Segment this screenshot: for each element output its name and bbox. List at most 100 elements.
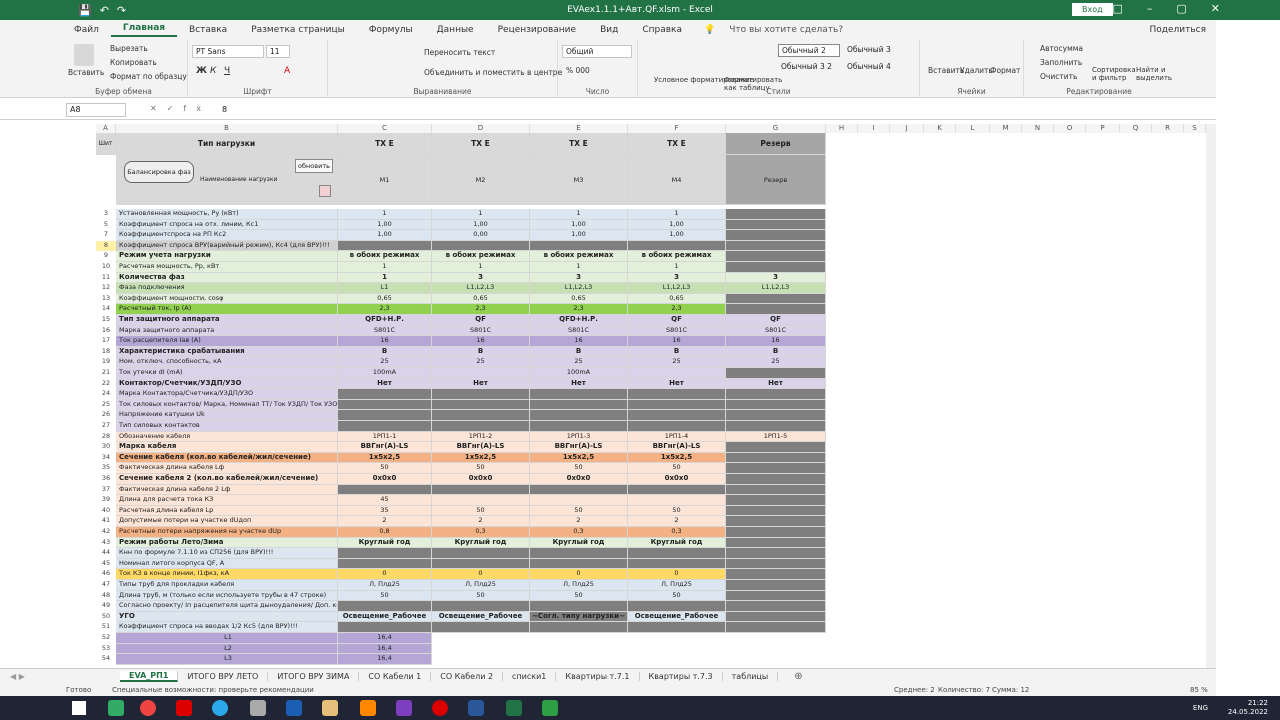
row-label[interactable]: Установленная мощность, Ру (кВт) [116, 209, 338, 220]
row-number[interactable]: 45 [96, 559, 116, 570]
row-number[interactable]: 7 [96, 230, 116, 241]
data-cell[interactable] [628, 389, 726, 400]
close-icon[interactable]: ✕ [1211, 2, 1220, 15]
data-cell[interactable] [432, 389, 530, 400]
data-cell[interactable]: Нет [726, 378, 826, 390]
row-label[interactable]: Коэффициент спроса на вводах 1/2 Кс5 (дл… [116, 622, 338, 633]
data-cell[interactable]: QFD+Н.Р. [530, 315, 628, 326]
add-sheet-icon[interactable]: ⊕ [778, 671, 802, 682]
row-number[interactable]: 27 [96, 421, 116, 432]
data-cell[interactable]: 1 [432, 209, 530, 220]
data-cell[interactable]: 45 [338, 495, 432, 506]
row-label[interactable]: Марка кабеля [116, 442, 338, 453]
row-label[interactable]: Характеристика срабатывания [116, 346, 338, 358]
row-number[interactable]: 3 [96, 209, 116, 220]
data-cell[interactable] [628, 495, 726, 506]
data-cell[interactable]: 50 [628, 463, 726, 474]
row-label[interactable]: Допустимые потери на участке dUдоп [116, 516, 338, 527]
data-cell[interactable]: QF [628, 315, 726, 326]
data-cell[interactable]: 50 [628, 590, 726, 602]
excel-icon[interactable] [506, 700, 522, 716]
data-cell[interactable]: ВВГнг(А)-LS [432, 442, 530, 453]
row-label[interactable]: Режим работы Лето/Зима [116, 537, 338, 549]
data-cell[interactable]: 1 [628, 262, 726, 273]
telegram-icon[interactable] [212, 700, 228, 716]
row-label[interactable]: Ток расцепителя Iав (А) [116, 336, 338, 347]
data-cell[interactable]: Круглый год [628, 537, 726, 549]
data-cell[interactable]: 25 [726, 357, 826, 368]
data-cell[interactable]: 1х5х2,5 [432, 452, 530, 464]
data-cell[interactable]: 0,65 [432, 293, 530, 305]
name-box[interactable]: A8 [66, 103, 126, 117]
row-number[interactable]: 54 [96, 654, 116, 665]
data-cell[interactable]: 2 [628, 516, 726, 527]
tab-view[interactable]: Вид [588, 25, 630, 35]
row-label[interactable]: Ток утечки dI (mA) [116, 368, 338, 379]
data-cell[interactable]: B [338, 346, 432, 358]
data-cell[interactable]: Нет [338, 378, 432, 390]
data-cell[interactable]: B [628, 346, 726, 358]
data-cell[interactable]: S801C [628, 325, 726, 337]
data-cell[interactable]: 16 [432, 336, 530, 347]
vlc-icon[interactable] [360, 700, 376, 716]
data-cell[interactable] [726, 262, 826, 273]
row-label[interactable]: Ток силовых контактов/ Марка, Номинал ТТ… [116, 399, 338, 411]
column-header-g[interactable]: G [726, 124, 826, 133]
font-size-select[interactable]: 11 [266, 45, 290, 58]
data-cell[interactable]: 50 [530, 463, 628, 474]
data-cell[interactable] [432, 240, 530, 252]
data-cell[interactable]: 100mA [530, 368, 628, 379]
row-label[interactable]: L3 [116, 654, 338, 665]
row-label[interactable]: Тип защитного аппарата [116, 315, 338, 326]
data-cell[interactable]: B [432, 346, 530, 358]
data-cell[interactable]: 0,8 [338, 527, 432, 538]
column-header-q[interactable]: Q [1120, 124, 1152, 133]
data-cell[interactable] [432, 622, 530, 633]
data-cell[interactable]: 0,00 [432, 230, 530, 241]
word-icon[interactable] [468, 700, 484, 716]
sheet-tab[interactable]: EVA_РП1 [120, 671, 179, 682]
accessibility-status[interactable]: Специальные возможности: проверьте реком… [112, 686, 314, 694]
data-cell[interactable]: Освещение_Рабочее [628, 611, 726, 623]
sheet-tab[interactable]: ИТОГО ВРУ ЛЕТО [178, 672, 269, 681]
row-label[interactable]: Коэффициентспроса на РП Кс2 [116, 230, 338, 241]
row-number[interactable]: 10 [96, 262, 116, 273]
row-label[interactable]: Марка защитного аппарата [116, 325, 338, 337]
data-cell[interactable] [338, 548, 432, 559]
data-cell[interactable]: Круглый год [530, 537, 628, 549]
language-indicator[interactable]: ENG [1193, 704, 1208, 713]
data-cell[interactable]: ВВГнг(А)-LS [530, 442, 628, 453]
data-cell[interactable] [726, 622, 826, 633]
data-cell[interactable]: 25 [338, 357, 432, 368]
row-number[interactable]: 37 [96, 485, 116, 496]
data-cell[interactable] [726, 484, 826, 496]
data-cell[interactable] [530, 399, 628, 411]
data-cell[interactable]: QFD+Н.Р. [338, 315, 432, 326]
row-number[interactable]: 19 [96, 357, 116, 368]
data-cell[interactable] [726, 537, 826, 549]
data-cell[interactable]: в обоих режимах [338, 251, 432, 262]
row-number[interactable]: 42 [96, 527, 116, 538]
data-cell[interactable]: 0 [338, 569, 432, 580]
data-cell[interactable]: 2 [338, 516, 432, 527]
row-label[interactable]: Сечение кабеля 2 (кол.во кабелей/жил/сеч… [116, 474, 338, 485]
row-number[interactable]: 39 [96, 495, 116, 506]
data-cell[interactable]: 1РП1-4 [628, 431, 726, 443]
row-number[interactable]: 9 [96, 251, 116, 262]
sheet-tab[interactable]: Квартиры т.7.3 [640, 672, 723, 681]
data-cell[interactable] [726, 304, 826, 315]
data-cell[interactable] [726, 527, 826, 538]
data-cell[interactable]: 0,3 [628, 527, 726, 538]
row-number[interactable]: 8 [96, 240, 116, 252]
data-cell[interactable] [530, 389, 628, 400]
data-cell[interactable]: 1 [338, 262, 432, 273]
update-button[interactable]: обновить [295, 159, 333, 173]
data-cell[interactable] [628, 548, 726, 559]
row-label[interactable]: Номинал литого корпуса QF, А [116, 558, 338, 570]
style-normal4[interactable]: Обычный 4 [844, 61, 906, 74]
data-cell[interactable]: 1,00 [530, 230, 628, 241]
row-number[interactable]: 52 [96, 633, 116, 644]
data-cell[interactable]: 1,00 [530, 219, 628, 231]
format-cells-button[interactable]: Формат [990, 66, 1020, 75]
data-cell[interactable]: 0 [628, 569, 726, 580]
